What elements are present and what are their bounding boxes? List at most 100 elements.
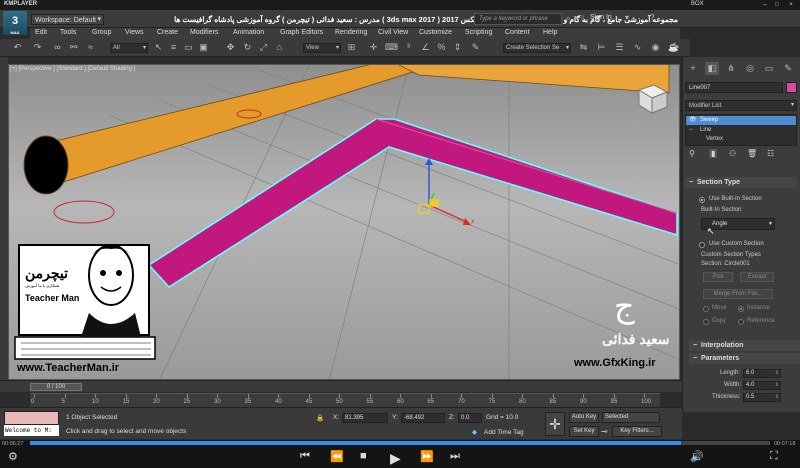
unlink-icon[interactable]: ⚯ [68, 42, 79, 53]
instance-radio[interactable] [738, 306, 744, 312]
menu-graph-editors[interactable]: Graph Editors [280, 29, 323, 36]
next-icon[interactable]: ⏭ [450, 450, 460, 463]
keyboard-shortcut-icon[interactable]: ⌨ [385, 42, 398, 53]
menu-help[interactable]: Help [543, 29, 557, 36]
z-coordinate-field[interactable]: 0.0 [458, 413, 482, 423]
rect-selection-icon[interactable]: ▭ [183, 42, 194, 53]
settings-icon[interactable]: ⚙ [8, 450, 18, 463]
redo-icon[interactable]: ↷ [32, 42, 43, 53]
menu-customize[interactable]: Customize [419, 29, 452, 36]
player-box-label[interactable]: BOX [691, 1, 704, 7]
copy-radio[interactable] [703, 319, 709, 325]
minimize-icon[interactable]: – [760, 0, 770, 10]
select-manipulate-icon[interactable]: ✛ [368, 42, 379, 53]
snaps-toggle-icon[interactable]: ³ [403, 42, 414, 53]
select-rotate-icon[interactable]: ↻ [242, 42, 253, 53]
key-mode-dropdown[interactable]: Selected [602, 412, 660, 423]
auto-key-button[interactable]: Auto Key [569, 412, 599, 423]
previous-icon[interactable]: ⏮ [300, 450, 310, 463]
spinner-snap-icon[interactable]: ⇕ [452, 42, 463, 53]
maxscript-listener[interactable] [4, 411, 59, 425]
select-move-icon[interactable]: ✥ [225, 42, 236, 53]
y-coordinate-field[interactable]: -68.492 [401, 413, 445, 423]
perspective-viewport[interactable]: z x تیچرمن همکاری با ما آموزش Teacher Ma… [8, 64, 680, 380]
circle-shape-left[interactable] [53, 200, 115, 224]
material-editor-icon[interactable]: ◉ [650, 42, 661, 53]
link-icon[interactable]: ∞ [52, 42, 63, 53]
mirror-icon[interactable]: ⇋ [578, 42, 589, 53]
play-icon[interactable]: ▶ [390, 450, 401, 467]
eye-icon[interactable]: 👁 [689, 116, 697, 125]
pick-button[interactable]: Pick [703, 272, 733, 282]
make-unique-icon[interactable]: ⚇ [729, 149, 736, 158]
time-slider[interactable]: 0 / 100 [30, 383, 82, 391]
length-spinner[interactable]: 6.0 [743, 369, 781, 378]
parameters-rollout[interactable]: Parameters [689, 353, 800, 364]
display-tab-icon[interactable]: ▭ [762, 62, 776, 75]
stop-icon[interactable]: ■ [360, 450, 367, 462]
pin-stack-icon[interactable]: ⚲ [689, 149, 695, 158]
pipe-body-right[interactable] [389, 65, 670, 94]
interpolation-rollout[interactable]: Interpolation [689, 340, 800, 351]
close-icon[interactable]: × [786, 0, 796, 10]
menu-edit[interactable]: Edit [35, 29, 47, 36]
align-icon[interactable]: ⊨ [596, 42, 607, 53]
menu-tools[interactable]: Tools [60, 29, 76, 36]
angle-snap-icon[interactable]: ∠ [420, 42, 431, 53]
render-setup-icon[interactable]: ☕ [668, 42, 679, 53]
use-custom-radio[interactable] [699, 242, 705, 248]
workspace-dropdown[interactable]: Workspace: Default [31, 14, 104, 25]
x-coordinate-field[interactable]: 81.395 [342, 413, 388, 423]
forward-icon[interactable]: ⏩ [420, 450, 434, 463]
layer-explorer-icon[interactable]: ☰ [614, 42, 625, 53]
edit-named-selection-icon[interactable]: ✎ [470, 42, 481, 53]
pipe-end-cap[interactable] [23, 135, 69, 195]
bind-spacewarp-icon[interactable]: ≈ [85, 42, 96, 53]
viewport-label[interactable]: [+] [Perspective ] [Standard ] [Default … [10, 66, 135, 72]
welcome-text[interactable]: Welcome to M: [4, 425, 59, 436]
signin-link[interactable]: Sign In [590, 14, 612, 21]
undo-icon[interactable]: ↶ [12, 42, 23, 53]
menu-group[interactable]: Group [92, 29, 111, 36]
selection-set-dropdown[interactable]: Create Selection Se [503, 43, 571, 53]
merge-from-file-button[interactable]: Merge From File... [703, 289, 773, 299]
menu-civil-view[interactable]: Civil View [378, 29, 408, 36]
curve-editor-icon[interactable]: ∿ [632, 42, 643, 53]
help-icon[interactable]: ? [650, 13, 654, 22]
pipe-body-horizontal[interactable] [38, 65, 420, 186]
percent-snap-icon[interactable]: % [436, 42, 447, 53]
stack-item-vertex[interactable]: Vertex [686, 135, 796, 144]
utilities-tab-icon[interactable]: ✎ [781, 62, 795, 75]
expand-icon[interactable]: − [689, 126, 693, 135]
track-bar[interactable]: 0 5 10 15 20 25 30 35 40 45 50 55 60 65 70 75 80 85 90 95 10… [30, 393, 660, 407]
reference-radio[interactable] [738, 319, 744, 325]
menu-animation[interactable]: Animation [233, 29, 264, 36]
select-by-name-icon[interactable]: ≡ [168, 42, 179, 53]
section-type-rollout[interactable]: Section Type [685, 177, 797, 188]
create-tab-icon[interactable]: + [686, 62, 700, 75]
window-crossing-icon[interactable]: ▣ [198, 42, 209, 53]
set-key-button[interactable]: Set Key [569, 426, 599, 437]
stack-item-line[interactable]: − Line [686, 126, 796, 135]
ref-coord-dropdown[interactable]: View [303, 43, 341, 53]
selection-filter-dropdown[interactable]: All [110, 43, 148, 53]
motion-tab-icon[interactable]: ◎ [743, 62, 757, 75]
use-builtin-radio[interactable] [699, 197, 705, 203]
select-scale-icon[interactable]: ⤢ [258, 42, 269, 53]
cart-icon[interactable]: ▾ [625, 13, 629, 22]
user-icon[interactable]: ☺ [578, 14, 585, 21]
rewind-icon[interactable]: ⏪ [330, 450, 344, 463]
thickness-spinner[interactable]: 0.5 [743, 393, 781, 402]
select-object-icon[interactable]: ↖ [153, 42, 164, 53]
remove-modifier-icon[interactable]: 🗑 [747, 149, 757, 158]
object-color-swatch[interactable] [786, 82, 797, 93]
width-spinner[interactable]: 4.0 [743, 381, 781, 390]
extract-button[interactable]: Extract [740, 272, 774, 282]
modify-tab-icon[interactable]: ◧ [705, 62, 719, 75]
search-icon[interactable]: ⌕ [566, 14, 570, 24]
show-end-result-icon[interactable]: ▮ [709, 149, 718, 158]
move-radio[interactable] [703, 306, 709, 312]
modifier-list-dropdown[interactable]: Modifier List [685, 100, 797, 111]
menu-views[interactable]: Views [125, 29, 144, 36]
volume-icon[interactable]: 🔊 [690, 450, 704, 463]
